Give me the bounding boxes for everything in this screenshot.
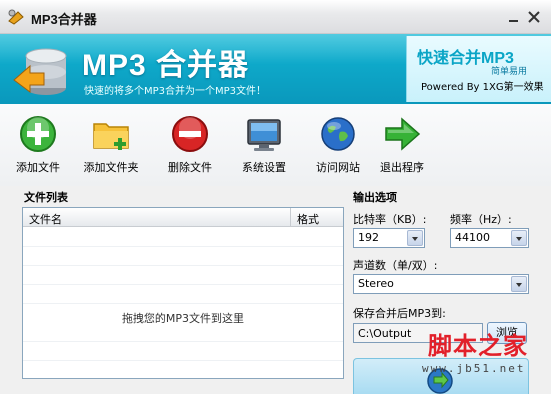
channels-value: Stereo [358,277,394,290]
app-logo-icon [13,48,67,95]
frequency-label: 频率（Hz）: [450,213,512,226]
slogan-sub: 简单易用 [491,67,528,77]
row-divider [23,303,343,304]
chevron-down-icon[interactable] [407,230,423,246]
app-icon [8,9,24,25]
monitor-icon [247,119,281,151]
frequency-select[interactable]: 44100 [450,228,529,248]
file-list-header: 文件名 格式 [23,208,343,227]
channels-label: 声道数（单/双）: [353,259,438,272]
row-divider [23,360,343,361]
powered-by: Powered By 1XG第一效果 [421,82,544,93]
column-divider[interactable] [290,208,291,227]
save-path-label: 保存合并后MP3到: [353,307,446,320]
slogan-box: 快速合并MP3 简单易用 Powered By 1XG第一效果 [406,36,551,102]
window-title: MP3合并器 [31,12,97,27]
row-divider [23,246,343,247]
bitrate-label: 比特率（KB）: [353,213,427,226]
bitrate-value: 192 [358,231,379,244]
row-divider [23,341,343,342]
main-panel: 文件列表 文件名 格式 拖拽您的MP3文件到这里 输出选项 比特率（KB）: 频… [0,186,551,394]
add-folder-button[interactable]: 添加文件夹 [82,114,140,182]
chevron-down-icon[interactable] [511,276,527,292]
column-header-filename[interactable]: 文件名 [29,211,62,227]
add-icon [20,116,56,152]
close-icon[interactable] [527,10,541,24]
row-divider [23,265,343,266]
visit-website-button[interactable]: 访问网站 [314,114,362,182]
delete-file-button[interactable]: 删除文件 [166,114,214,182]
globe-icon [321,117,355,151]
file-list[interactable]: 文件名 格式 拖拽您的MP3文件到这里 [22,207,344,379]
drop-hint: 拖拽您的MP3文件到这里 [121,312,245,325]
settings-button[interactable]: 系统设置 [240,114,288,182]
watermark-main: 脚本之家 [428,332,528,360]
delete-file-label: 删除文件 [168,161,212,174]
watermark: 脚本之家 www.jb51.net [408,326,551,382]
bitrate-select[interactable]: 192 [353,228,425,248]
add-file-label: 添加文件 [16,161,60,174]
delete-icon [172,116,208,152]
folder-add-icon [93,123,129,150]
exit-button[interactable]: 退出程序 [378,114,426,182]
app-description: 快速的将多个MP3合并为一个MP3文件！ [84,86,267,97]
output-options-title: 输出选项 [353,191,397,204]
channels-select[interactable]: Stereo [353,274,529,294]
exit-label: 退出程序 [380,161,424,174]
row-divider [23,284,343,285]
column-header-format[interactable]: 格式 [297,211,319,227]
file-list-title: 文件列表 [24,191,68,204]
add-file-button[interactable]: 添加文件 [14,114,62,182]
frequency-value: 44100 [455,231,490,244]
toolbar: 添加文件 添加文件夹 删除文件 系统设置 访问网站 退出程序 [0,104,551,186]
chevron-down-icon[interactable] [511,230,527,246]
settings-label: 系统设置 [242,161,286,174]
app-name: MP3 合并器 [82,49,250,82]
title-bar: MP3合并器 [0,0,551,34]
arrow-right-icon [385,117,421,151]
add-folder-label: 添加文件夹 [83,161,139,174]
minimize-icon[interactable] [507,10,521,24]
header-banner: MP3 合并器 快速的将多个MP3合并为一个MP3文件！ 快速合并MP3 简单易… [0,34,551,104]
visit-website-label: 访问网站 [316,161,360,174]
watermark-url: www.jb51.net [422,362,526,375]
